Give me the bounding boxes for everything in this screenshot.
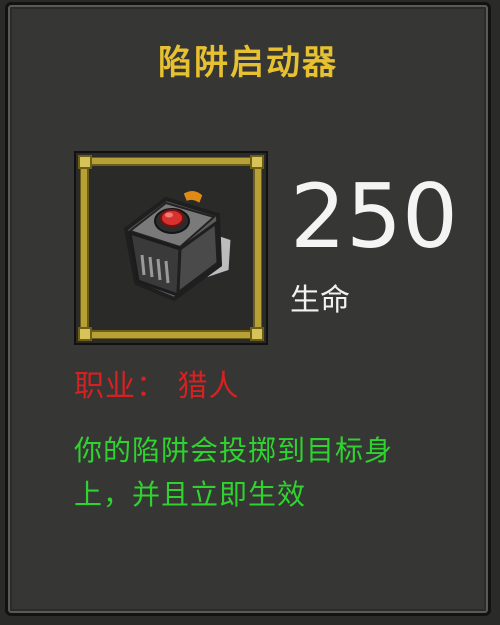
frame-corner [250,155,264,169]
health-value: 250 [290,165,458,268]
class-requirement: 职业： 猎人 [74,369,240,404]
trap-launcher-icon [123,188,234,302]
item-icon-frame[interactable] [74,151,268,345]
frame-corner [78,155,92,169]
health-label: 生命 [290,283,350,318]
item-tooltip-card: 陷阱启动器 250 生命 职业： 猎人 你的陷阱会投掷到目标身 上，并且立即生效 [5,2,491,616]
description-line: 上，并且立即生效 [74,478,307,511]
item-description: 你的陷阱会投掷到目标身 上，并且立即生效 [74,429,464,517]
description-line: 你的陷阱会投掷到目标身 [74,434,394,467]
item-title: 陷阱启动器 [158,43,338,83]
frame-corner [250,327,264,341]
frame-corner [78,327,92,341]
